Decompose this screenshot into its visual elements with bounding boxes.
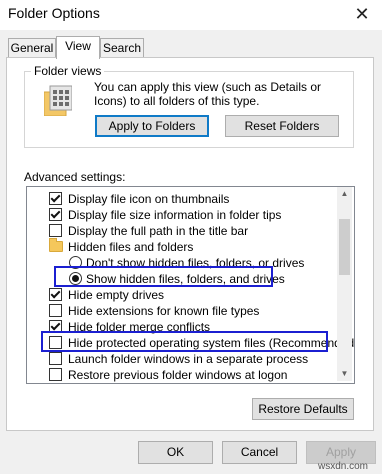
list-item: Hidden files and folders bbox=[27, 238, 337, 255]
title-bar: Folder Options ✕ bbox=[0, 0, 382, 30]
apply-to-folders-button[interactable]: Apply to Folders bbox=[95, 115, 209, 137]
window-title: Folder Options bbox=[8, 5, 100, 21]
ok-button[interactable]: OK bbox=[138, 441, 213, 464]
advanced-settings-label: Advanced settings: bbox=[24, 170, 126, 184]
checkbox[interactable] bbox=[49, 192, 62, 205]
checkbox[interactable] bbox=[49, 288, 62, 301]
scroll-down-icon[interactable]: ▼ bbox=[337, 367, 352, 381]
folder-views-description: You can apply this view (such as Details… bbox=[94, 80, 322, 108]
restore-defaults-button[interactable]: Restore Defaults bbox=[252, 398, 354, 420]
checkbox[interactable] bbox=[49, 208, 62, 221]
scroll-up-icon[interactable]: ▲ bbox=[337, 187, 352, 201]
checkbox[interactable] bbox=[49, 224, 62, 237]
list-item[interactable]: Display the full path in the title bar bbox=[27, 223, 337, 239]
checkbox[interactable] bbox=[49, 304, 62, 317]
folder-views-label: Folder views bbox=[31, 64, 105, 78]
folder-icon bbox=[49, 238, 63, 252]
list-item[interactable]: Hide extensions for known file types bbox=[27, 303, 337, 319]
tab-general[interactable]: General bbox=[8, 38, 56, 58]
scrollbar-thumb[interactable] bbox=[339, 219, 350, 275]
list-item-label: Display file size information in folder … bbox=[68, 208, 282, 222]
list-item-label: Display file icon on thumbnails bbox=[68, 192, 230, 206]
folder-view-icon bbox=[43, 84, 73, 117]
list-item-label: Hide empty drives bbox=[68, 288, 165, 302]
list-item[interactable]: Launch folder windows in a separate proc… bbox=[27, 351, 337, 367]
list-item-label: Restore previous folder windows at logon bbox=[68, 368, 288, 382]
list-item[interactable]: Hide empty drives bbox=[27, 287, 337, 303]
list-item-label: Display the full path in the title bar bbox=[68, 224, 249, 238]
watermark: wsxdn.com bbox=[318, 461, 369, 472]
list-scrollbar[interactable] bbox=[337, 187, 352, 381]
list-item-label: Hide extensions for known file types bbox=[68, 304, 260, 318]
list-item[interactable]: Display file size information in folder … bbox=[27, 207, 337, 223]
checkbox[interactable] bbox=[49, 368, 62, 381]
close-icon[interactable]: ✕ bbox=[350, 3, 374, 25]
cancel-button[interactable]: Cancel bbox=[222, 441, 297, 464]
list-item[interactable]: Display file icon on thumbnails bbox=[27, 191, 337, 207]
list-item-label: Hidden files and folders bbox=[68, 240, 194, 254]
tab-search[interactable]: Search bbox=[100, 38, 144, 58]
highlight-box-hide-protected bbox=[41, 331, 328, 352]
tab-view[interactable]: View bbox=[56, 36, 100, 59]
checkbox[interactable] bbox=[49, 352, 62, 365]
list-item-label: Launch folder windows in a separate proc… bbox=[68, 352, 309, 366]
highlight-box-show-hidden bbox=[54, 266, 273, 287]
list-item[interactable]: Restore previous folder windows at logon bbox=[27, 367, 337, 383]
reset-folders-button[interactable]: Reset Folders bbox=[225, 115, 339, 137]
